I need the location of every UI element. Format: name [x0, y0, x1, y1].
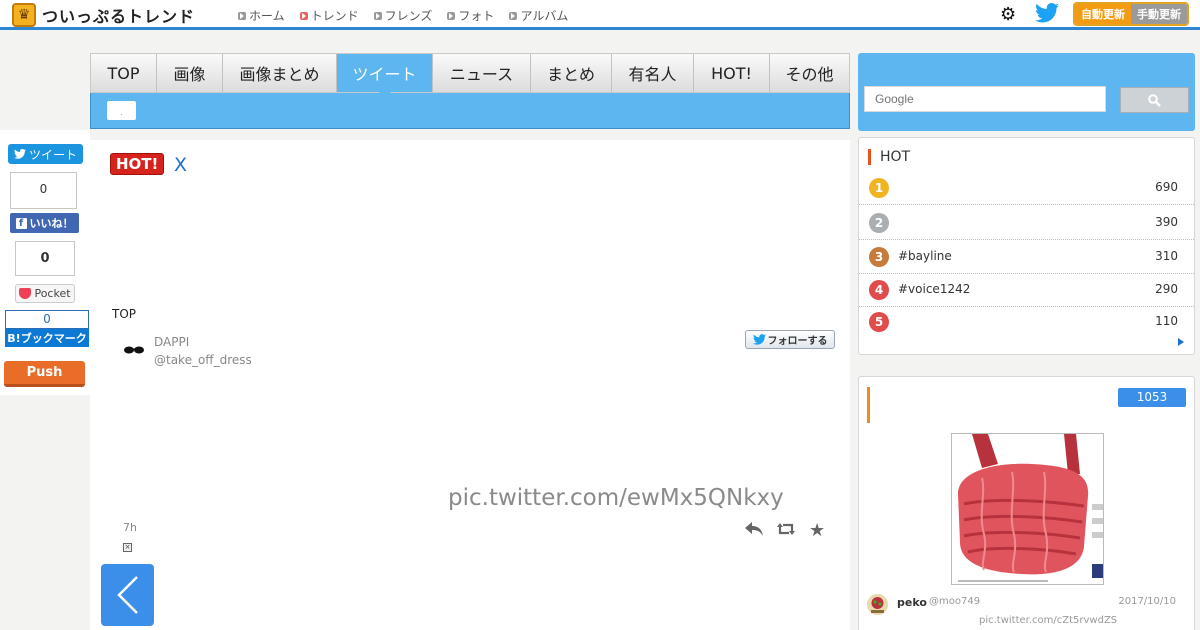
play-icon [509, 11, 518, 20]
image-pic-link[interactable]: pic.twitter.com/cZt5rvwdZS [979, 615, 1117, 626]
search-button[interactable] [1120, 87, 1189, 113]
play-icon [373, 11, 382, 20]
avatar[interactable] [122, 338, 146, 362]
rank-icon: 5 [869, 312, 889, 332]
sub-tab-bar: . [90, 93, 850, 129]
rank-icon: 4 [869, 280, 889, 300]
gear-icon[interactable]: ⚙ [1000, 4, 1016, 25]
search-icon [1148, 93, 1161, 107]
tab-top[interactable]: TOP [91, 54, 157, 92]
facebook-like-button[interactable]: f いいね！ [10, 213, 79, 233]
search-panel [858, 53, 1195, 131]
top-link[interactable]: TOP [112, 307, 136, 321]
category-tabs: TOP 画像 画像まとめ ツイート ニュース まとめ 有名人 HOT! その他 [90, 53, 850, 93]
tweet-share-button[interactable]: ツイート [8, 144, 83, 164]
top-nav: ホーム トレンド フレンズ フォト アルバム [238, 7, 568, 24]
sub-tab-chip[interactable]: . [107, 101, 136, 120]
retweet-icon[interactable] [777, 520, 795, 541]
medal-icon: 2 [869, 213, 889, 233]
tweet-author-handle[interactable]: @take_off_dress [154, 353, 252, 367]
ranking-count: 390 [1155, 215, 1178, 229]
nav-item-friends[interactable]: フレンズ [373, 7, 432, 24]
play-icon [299, 11, 308, 20]
ranking-count: 690 [1155, 180, 1178, 194]
tab-tweet[interactable]: ツイート [337, 54, 433, 93]
nav-item-trend[interactable]: トレンド [299, 7, 359, 24]
tab-matome[interactable]: まとめ [531, 54, 612, 92]
twitter-bird-icon [752, 334, 766, 345]
tab-news[interactable]: ニュース [433, 54, 531, 92]
tab-image-summary[interactable]: 画像まとめ [223, 54, 337, 92]
ranking-row[interactable]: 2 390 [859, 207, 1194, 240]
chevron-left-icon [116, 576, 138, 614]
pocket-icon [19, 288, 32, 299]
ranking-label: #voice1242 [898, 282, 971, 296]
main-content: HOT! X TOP DAPPI @take_off_dress フォローする … [90, 140, 850, 630]
top-header: ♛ ついっぷるトレンド ホーム トレンド フレンズ フォト アルバム ⚙ 自動更… [0, 0, 1200, 30]
tweet-author-name[interactable]: DAPPI [154, 335, 189, 349]
site-logo[interactable]: ♛ ついっぷるトレンド [12, 3, 195, 27]
image-user-handle[interactable]: @moo749 [929, 596, 980, 607]
panel-accent-bar [867, 387, 870, 423]
tab-hot[interactable]: HOT! [694, 54, 770, 92]
pocket-button[interactable]: Pocket [15, 284, 75, 303]
image-date: 2017/10/10 [1118, 596, 1176, 607]
hot-ranking-panel: HOT 1 690 2 390 3 #bayline 310 4 #voice1… [858, 137, 1195, 355]
back-arrow-button[interactable] [101, 564, 154, 626]
ranking-row[interactable]: 1 690 [859, 172, 1194, 205]
nav-item-home[interactable]: ホーム [238, 7, 285, 24]
favorite-star-icon[interactable]: ★ [809, 520, 825, 541]
ranking-row[interactable]: 3 #bayline 310 [859, 241, 1194, 274]
nav-item-photo[interactable]: フォト [447, 7, 494, 24]
play-icon [447, 11, 456, 20]
twitter-bird-icon[interactable] [1035, 2, 1059, 28]
image-user-name[interactable]: peko [897, 596, 927, 609]
ranking-label: #bayline [898, 249, 952, 263]
ranking-count: 290 [1155, 282, 1178, 296]
manual-update-button[interactable]: 手動更新 [1131, 4, 1187, 24]
like-count: 0 [10, 172, 77, 209]
logo-text: ついっぷるトレンド [42, 7, 196, 26]
share-column: ツイート 0 f いいね！ 0 Pocket 0 B!ブックマーク Push [0, 130, 90, 395]
broken-image-icon: × [123, 543, 132, 552]
pocket-count: 0 [15, 241, 75, 276]
ranking-row[interactable]: 4 #voice1242 290 [859, 274, 1194, 307]
tweet-timestamp[interactable]: 7h [123, 521, 137, 534]
more-arrow-icon[interactable] [1178, 338, 1184, 346]
play-icon [238, 11, 246, 20]
avatar[interactable] [867, 594, 888, 615]
reply-icon[interactable] [745, 520, 763, 541]
nav-item-album[interactable]: アルバム [509, 7, 568, 24]
ranking-count: 310 [1155, 249, 1178, 263]
tab-celebrities[interactable]: 有名人 [612, 54, 694, 92]
image-count-badge[interactable]: 1053 [1118, 388, 1186, 407]
tweet-actions: ★ [745, 520, 825, 541]
auto-update-button[interactable]: 自動更新 [1075, 4, 1131, 24]
search-input[interactable] [864, 86, 1106, 112]
hatena-count: 0 [5, 310, 89, 329]
tweet-pic-link[interactable]: pic.twitter.com/ewMx5QNkxy [448, 485, 784, 511]
hot-panel-title: HOT [868, 149, 910, 165]
twitter-bird-icon [13, 149, 26, 159]
push-button[interactable]: Push [4, 361, 85, 387]
medal-icon: 3 [869, 247, 889, 267]
update-toggle: 自動更新 手動更新 [1073, 2, 1189, 26]
ranking-count: 110 [1155, 314, 1178, 328]
x-link[interactable]: X [174, 154, 187, 176]
medal-icon: 1 [869, 178, 889, 198]
tab-other[interactable]: その他 [770, 54, 849, 92]
featured-image[interactable] [951, 433, 1104, 585]
tab-images[interactable]: 画像 [157, 54, 223, 92]
logo-icon: ♛ [12, 3, 36, 27]
facebook-icon: f [15, 217, 27, 229]
hot-badge: HOT! [110, 153, 165, 175]
hatena-bookmark-button[interactable]: B!ブックマーク [5, 329, 89, 347]
image-panel: 1053 peko @moo749 2017/10/10 pic.twitter… [858, 376, 1195, 630]
ranking-row[interactable]: 5 110 [859, 306, 1194, 339]
follow-button[interactable]: フォローする [745, 330, 835, 349]
